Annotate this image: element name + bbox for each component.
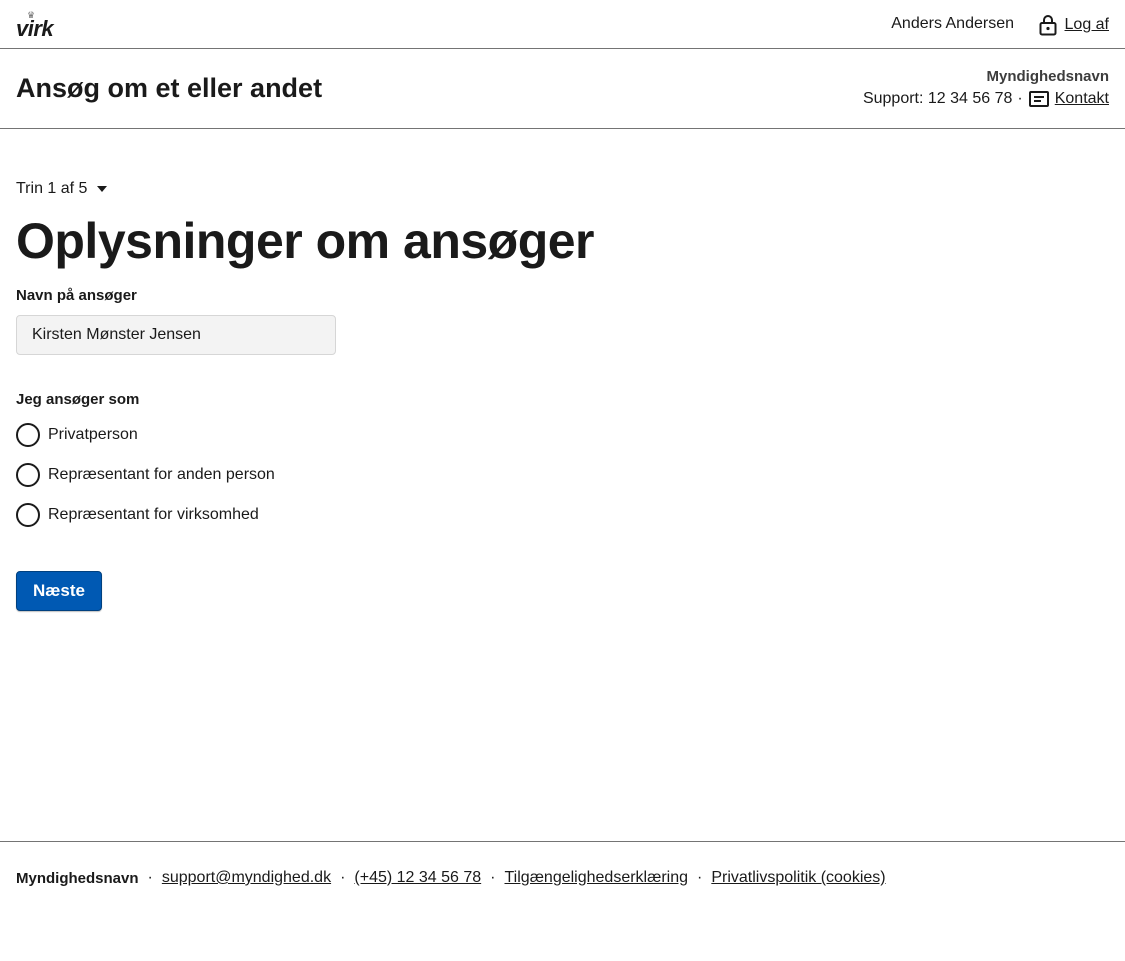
lock-icon <box>1039 15 1057 36</box>
logout-link[interactable]: Log af <box>1039 13 1109 37</box>
step-indicator-toggle[interactable]: Trin 1 af 5 <box>16 180 108 198</box>
caret-down-icon <box>97 186 108 192</box>
next-button[interactable]: Næste <box>16 571 102 611</box>
message-icon <box>1028 91 1049 107</box>
separator: · <box>340 869 346 886</box>
radio-unchecked-icon[interactable] <box>16 463 40 487</box>
footer-phone-link[interactable]: (+45) 12 34 56 78 <box>354 869 481 887</box>
user-name: Anders Andersen <box>891 15 1014 32</box>
footer-privacy-link[interactable]: Privatlivspolitik (cookies) <box>711 869 885 887</box>
radio-unchecked-icon[interactable] <box>16 423 40 447</box>
radio-label: Privatperson <box>48 426 138 443</box>
radio-representative-person[interactable]: Repræsentant for anden person <box>16 462 275 488</box>
logout-label[interactable]: Log af <box>1065 16 1109 34</box>
separator: · <box>147 869 153 886</box>
step-indicator-label: Trin 1 af 5 <box>16 180 88 197</box>
radio-unchecked-icon[interactable] <box>16 503 40 527</box>
radio-representative-company[interactable]: Repræsentant for virksomhed <box>16 502 259 528</box>
footer-accessibility-link[interactable]: Tilgængelighedserklæring <box>505 869 689 887</box>
authority-name: Myndighedsnavn <box>986 68 1109 85</box>
applicant-name-input[interactable] <box>16 315 336 355</box>
virk-logo[interactable]: ♛ virk <box>16 10 56 41</box>
support-phone: Support: 12 34 56 78 <box>862 90 1013 107</box>
separator: · <box>1017 90 1023 107</box>
name-field-label: Navn på ansøger <box>16 287 137 304</box>
radio-label: Repræsentant for virksomhed <box>48 506 259 523</box>
radio-label: Repræsentant for anden person <box>48 466 275 483</box>
separator: · <box>697 869 703 886</box>
footer-links: Myndighedsnavn · support@myndighed.dk · … <box>16 869 886 887</box>
footer-email-link[interactable]: support@myndighed.dk <box>162 869 331 887</box>
portal-header: Ansøg om et eller andet Myndighedsnavn S… <box>0 49 1125 129</box>
support-info: Support: 12 34 56 78 · Kontakt <box>863 90 1109 108</box>
footer-authority-name: Myndighedsnavn <box>16 869 139 887</box>
logo-text: virk <box>16 16 54 41</box>
page-title: Oplysninger om ansøger <box>16 213 595 269</box>
footer: Myndighedsnavn · support@myndighed.dk · … <box>0 841 1125 961</box>
top-bar: ♛ virk Anders Andersen Log af <box>0 0 1125 49</box>
app-title: Ansøg om et eller andet <box>16 73 323 103</box>
applicant-type-label: Jeg ansøger som <box>16 391 140 408</box>
separator: · <box>490 869 496 886</box>
radio-privatperson[interactable]: Privatperson <box>16 422 138 448</box>
contact-link[interactable]: Kontakt <box>1055 90 1109 108</box>
